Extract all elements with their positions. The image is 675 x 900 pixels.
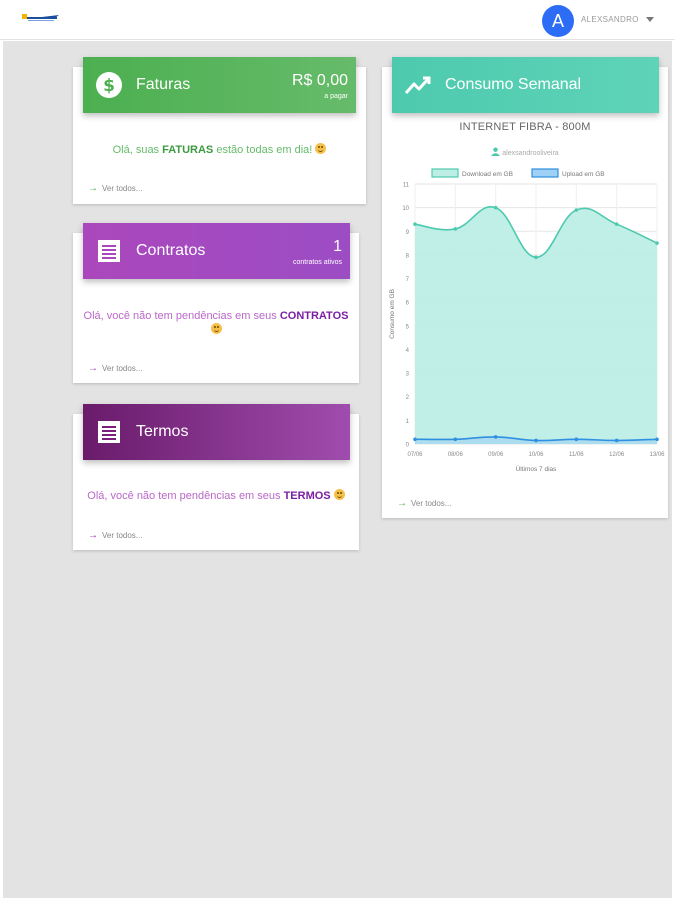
user-icon	[491, 147, 501, 156]
data-point	[413, 437, 417, 442]
faturas-card-header[interactable]: $ Faturas R$ 0,00 a pagar	[83, 57, 356, 113]
termos-message: Olá, você não tem pendências em seus TER…	[73, 489, 359, 503]
legend-label: Download em GB	[462, 171, 513, 178]
contratos-message-keyword: CONTRATOS	[279, 310, 349, 322]
data-point	[655, 241, 659, 245]
faturas-title: Faturas	[136, 76, 191, 93]
y-tick-label: 5	[406, 324, 410, 330]
x-tick-label: 09/06	[488, 452, 504, 458]
data-point	[493, 205, 498, 210]
data-point	[534, 438, 538, 443]
arrow-right-icon: →	[88, 530, 98, 541]
y-tick-label: 7	[406, 277, 410, 283]
termos-message-keyword: TERMOS	[283, 490, 331, 502]
y-tick-label: 2	[406, 395, 410, 401]
data-point	[413, 222, 417, 226]
data-point	[453, 227, 458, 231]
y-tick-label: 8	[406, 253, 410, 259]
company-logo[interactable]	[22, 12, 60, 24]
y-tick-label: 1	[406, 419, 410, 425]
x-tick-label: 12/06	[609, 452, 625, 458]
data-point	[655, 437, 659, 442]
y-tick-label: 3	[406, 372, 410, 378]
document-icon	[98, 421, 120, 443]
chevron-down-icon[interactable]	[646, 17, 654, 22]
y-tick-label: 0	[406, 443, 410, 449]
consumo-link-label: Ver todos...	[411, 499, 452, 508]
y-axis-label: Consumo em GB	[389, 289, 396, 339]
user-avatar[interactable]: A	[542, 5, 574, 37]
y-tick-label: 4	[406, 348, 410, 354]
faturas-amount: R$ 0,00	[291, 72, 348, 89]
chart-title: INTERNET FIBRA - 800M	[459, 121, 591, 133]
trending-up-icon	[404, 76, 431, 94]
termos-message-text: Olá, você não tem pendências em seus	[87, 490, 284, 502]
y-tick-label: 9	[406, 230, 410, 236]
x-axis-label: Últimos 7 dias	[516, 464, 558, 473]
arrow-right-icon: →	[88, 363, 98, 374]
x-tick-label: 07/06	[407, 452, 423, 458]
termos-title: Termos	[136, 423, 189, 440]
contratos-message-text: Olá, você não tem pendências em seus	[83, 310, 280, 322]
consumo-ver-todos-link[interactable]: → Ver todos...	[397, 498, 451, 509]
x-tick-label: 10/06	[528, 452, 544, 458]
contratos-ver-todos-link[interactable]: → Ver todos...	[88, 363, 142, 374]
document-icon	[98, 240, 120, 262]
termos-card-header[interactable]: Termos	[83, 404, 350, 460]
faturas-message-end: estão todas em dia!	[213, 144, 313, 156]
legend-label: Upload em GB	[562, 171, 605, 178]
chart-subtitle: alexsandrooliveira	[382, 147, 668, 157]
data-point	[574, 208, 579, 212]
svg-text:$: $	[103, 76, 115, 96]
contratos-title: Contratos	[136, 242, 206, 259]
consumption-chart: 0 1 2 3 4 5 6 7 8 9 10 11 07/06 08/06 09/06 10/06 11/06 1…	[389, 168, 665, 473]
contratos-count-caption: contratos ativos	[292, 259, 342, 266]
data-point	[614, 222, 619, 226]
data-point	[534, 255, 538, 260]
contratos-link-label: Ver todos...	[102, 364, 143, 373]
grin-emoji-icon	[210, 323, 222, 334]
dollar-icon: $	[96, 72, 122, 98]
consumo-title: Consumo Semanal	[445, 76, 582, 93]
consumo-card-header[interactable]: Consumo Semanal	[392, 57, 659, 113]
y-tick-label: 11	[403, 183, 410, 189]
faturas-message: Olá, suas FATURAS estão todas em dia!	[73, 143, 366, 157]
y-tick-label: 6	[406, 301, 410, 307]
faturas-amount-caption: a pagar	[324, 93, 348, 100]
chart-subtitle-text: alexsandrooliveira	[502, 150, 559, 157]
faturas-message-keyword: FATURAS	[162, 144, 214, 156]
arrow-right-icon: →	[397, 498, 407, 509]
faturas-ver-todos-link[interactable]: → Ver todos...	[88, 183, 142, 194]
contratos-card-header[interactable]: Contratos 1 contratos ativos	[83, 223, 350, 279]
x-tick-label: 08/06	[448, 452, 464, 458]
x-tick-label: 11/06	[569, 452, 584, 458]
arrow-right-icon: →	[88, 183, 98, 194]
y-tick-label: 10	[402, 206, 409, 212]
contratos-message: Olá, você não tem pendências em seus CON…	[73, 309, 359, 337]
faturas-message-text: Olá, suas	[112, 144, 163, 156]
faturas-link-label: Ver todos...	[102, 184, 143, 193]
grin-emoji-icon	[333, 489, 345, 500]
legend-swatch	[431, 168, 459, 178]
data-point	[453, 437, 458, 442]
termos-link-label: Ver todos...	[102, 531, 143, 540]
data-point	[574, 437, 579, 442]
legend-swatch	[531, 168, 559, 178]
top-bar: A ALEXSANDRO	[0, 0, 675, 40]
x-tick-label: 13/06	[649, 452, 665, 458]
smile-emoji-icon	[315, 143, 327, 154]
username-label[interactable]: ALEXSANDRO	[581, 15, 639, 24]
contratos-count: 1	[333, 238, 342, 255]
data-point	[493, 435, 498, 439]
termos-ver-todos-link[interactable]: → Ver todos...	[88, 530, 142, 541]
data-point	[614, 438, 619, 443]
